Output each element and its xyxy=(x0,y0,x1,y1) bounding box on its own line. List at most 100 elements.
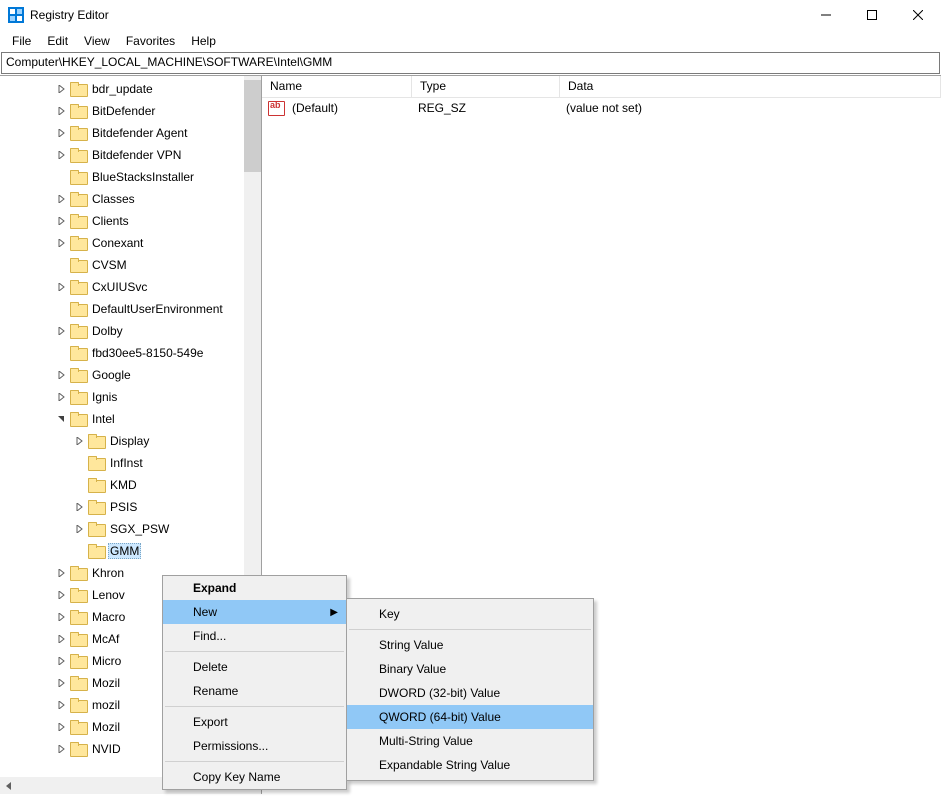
tree-item[interactable]: Bitdefender VPN xyxy=(0,144,261,166)
ctx-new-key[interactable]: Key xyxy=(347,602,593,626)
tree-item[interactable]: CxUIUSvc xyxy=(0,276,261,298)
tree-item[interactable]: BitDefender xyxy=(0,100,261,122)
column-data[interactable]: Data xyxy=(560,76,941,97)
folder-icon xyxy=(70,676,86,690)
tree-item[interactable]: Conexant xyxy=(0,232,261,254)
chevron-right-icon[interactable] xyxy=(54,610,68,624)
tree-item[interactable]: KMD xyxy=(0,474,261,496)
tree-scroll-thumb[interactable] xyxy=(244,80,261,172)
chevron-right-icon[interactable] xyxy=(54,236,68,250)
folder-icon xyxy=(70,126,86,140)
chevron-right-icon[interactable] xyxy=(54,654,68,668)
tree-item[interactable]: Classes xyxy=(0,188,261,210)
string-value-icon xyxy=(268,100,284,116)
tree-item[interactable]: Intel xyxy=(0,408,261,430)
menu-help[interactable]: Help xyxy=(183,32,224,50)
folder-icon xyxy=(70,742,86,756)
tree-item[interactable]: BlueStacksInstaller xyxy=(0,166,261,188)
chevron-right-icon[interactable] xyxy=(54,214,68,228)
chevron-right-icon[interactable] xyxy=(54,104,68,118)
tree-item[interactable]: Bitdefender Agent xyxy=(0,122,261,144)
chevron-right-icon[interactable] xyxy=(54,368,68,382)
tree-item-label: CxUIUSvc xyxy=(90,279,149,295)
ctx-new[interactable]: New ▶ xyxy=(163,600,346,624)
close-button[interactable] xyxy=(895,0,941,30)
chevron-right-icon[interactable] xyxy=(54,126,68,140)
tree-item[interactable]: fbd30ee5-8150-549e xyxy=(0,342,261,364)
window-title: Registry Editor xyxy=(30,8,803,22)
chevron-right-icon[interactable] xyxy=(72,500,86,514)
minimize-button[interactable] xyxy=(803,0,849,30)
tree-item[interactable]: Clients xyxy=(0,210,261,232)
folder-icon xyxy=(70,192,86,206)
chevron-right-icon[interactable] xyxy=(54,742,68,756)
ctx-new-dword[interactable]: DWORD (32-bit) Value xyxy=(347,681,593,705)
folder-icon xyxy=(70,368,86,382)
chevron-right-icon[interactable] xyxy=(72,522,86,536)
tree-item[interactable]: InfInst xyxy=(0,452,261,474)
tree-item[interactable]: Display xyxy=(0,430,261,452)
folder-icon xyxy=(70,412,86,426)
folder-icon xyxy=(70,258,86,272)
scroll-left-icon[interactable] xyxy=(0,777,17,794)
menu-view[interactable]: View xyxy=(76,32,118,50)
chevron-right-icon[interactable] xyxy=(72,434,86,448)
ctx-permissions[interactable]: Permissions... xyxy=(163,734,346,758)
ctx-new-expandable[interactable]: Expandable String Value xyxy=(347,753,593,777)
cell-data: (value not set) xyxy=(558,101,941,115)
chevron-down-icon[interactable] xyxy=(54,412,68,426)
tree-item[interactable]: PSIS xyxy=(0,496,261,518)
tree-item[interactable]: DefaultUserEnvironment xyxy=(0,298,261,320)
tree-item[interactable]: Dolby xyxy=(0,320,261,342)
column-name[interactable]: Name xyxy=(262,76,412,97)
chevron-right-icon[interactable] xyxy=(54,280,68,294)
tree-item-label: CVSM xyxy=(90,257,129,273)
column-type[interactable]: Type xyxy=(412,76,560,97)
menu-file[interactable]: File xyxy=(4,32,39,50)
menu-favorites[interactable]: Favorites xyxy=(118,32,183,50)
chevron-right-icon[interactable] xyxy=(54,82,68,96)
ctx-rename[interactable]: Rename xyxy=(163,679,346,703)
list-header: Name Type Data xyxy=(262,76,941,98)
ctx-find[interactable]: Find... xyxy=(163,624,346,648)
chevron-right-icon[interactable] xyxy=(54,676,68,690)
ctx-export[interactable]: Export xyxy=(163,710,346,734)
folder-icon xyxy=(70,302,86,316)
chevron-right-icon[interactable] xyxy=(54,324,68,338)
ctx-new-multi[interactable]: Multi-String Value xyxy=(347,729,593,753)
menu-edit[interactable]: Edit xyxy=(39,32,76,50)
tree-item[interactable]: SGX_PSW xyxy=(0,518,261,540)
expander-placeholder xyxy=(72,456,86,470)
ctx-new-qword[interactable]: QWORD (64-bit) Value xyxy=(347,705,593,729)
tree-item[interactable]: bdr_update xyxy=(0,78,261,100)
window-controls xyxy=(803,0,941,30)
tree-item-label: DefaultUserEnvironment xyxy=(90,301,225,317)
ctx-new-string[interactable]: String Value xyxy=(347,633,593,657)
ctx-separator xyxy=(165,761,344,762)
expander-placeholder xyxy=(54,302,68,316)
list-row[interactable]: (Default) REG_SZ (value not set) xyxy=(262,98,941,118)
chevron-right-icon[interactable] xyxy=(54,566,68,580)
chevron-right-icon[interactable] xyxy=(54,720,68,734)
tree-item-label: McAf xyxy=(90,631,121,647)
tree-item[interactable]: Ignis xyxy=(0,386,261,408)
tree-item[interactable]: CVSM xyxy=(0,254,261,276)
tree-item[interactable]: GMM xyxy=(0,540,261,562)
maximize-button[interactable] xyxy=(849,0,895,30)
folder-icon xyxy=(88,434,104,448)
address-bar[interactable]: Computer\HKEY_LOCAL_MACHINE\SOFTWARE\Int… xyxy=(1,52,940,74)
chevron-right-icon[interactable] xyxy=(54,698,68,712)
chevron-right-icon[interactable] xyxy=(54,390,68,404)
chevron-right-icon[interactable] xyxy=(54,632,68,646)
chevron-right-icon[interactable] xyxy=(54,148,68,162)
chevron-right-icon[interactable] xyxy=(54,588,68,602)
chevron-right-icon[interactable] xyxy=(54,192,68,206)
ctx-new-binary[interactable]: Binary Value xyxy=(347,657,593,681)
ctx-delete[interactable]: Delete xyxy=(163,655,346,679)
folder-icon xyxy=(88,456,104,470)
folder-icon xyxy=(70,324,86,338)
ctx-expand[interactable]: Expand xyxy=(163,576,346,600)
tree-item[interactable]: Google xyxy=(0,364,261,386)
tree-item-label: InfInst xyxy=(108,455,145,471)
ctx-copy-key-name[interactable]: Copy Key Name xyxy=(163,765,346,789)
